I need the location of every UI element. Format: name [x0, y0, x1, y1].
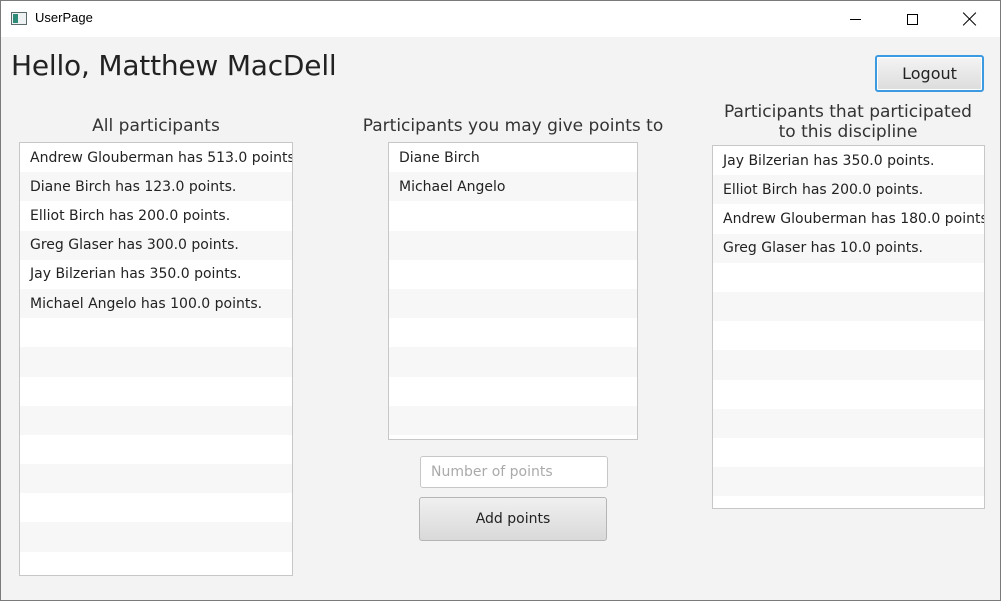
list-item[interactable]	[389, 230, 637, 260]
list-item[interactable]	[713, 380, 984, 409]
list-item[interactable]	[20, 347, 292, 377]
window-title: UserPage	[35, 10, 93, 25]
all-participants-heading: All participants	[92, 116, 220, 136]
minimize-button[interactable]	[832, 1, 878, 37]
list-item[interactable]	[20, 435, 292, 464]
list-item[interactable]	[389, 347, 637, 377]
logout-button[interactable]: Logout	[875, 55, 984, 92]
give-points-list[interactable]: Diane Birch Michael Angelo	[388, 142, 638, 440]
list-item[interactable]: Andrew Glouberman has 513.0 points.	[20, 143, 292, 172]
number-of-points-input[interactable]	[420, 456, 608, 488]
close-button[interactable]	[947, 1, 993, 37]
list-item[interactable]: Jay Bilzerian has 350.0 points.	[20, 260, 292, 289]
discipline-heading-line1: Participants that participated	[724, 102, 972, 122]
list-item[interactable]: Elliot Birch has 200.0 points.	[20, 201, 292, 230]
list-item[interactable]	[389, 377, 637, 406]
list-item[interactable]	[389, 288, 637, 319]
list-item[interactable]	[389, 260, 637, 289]
list-item[interactable]: Michael Angelo has 100.0 points.	[20, 288, 292, 319]
list-item[interactable]	[20, 377, 292, 406]
list-item[interactable]	[713, 263, 984, 292]
close-icon	[963, 12, 977, 26]
title-bar[interactable]: UserPage	[1, 1, 1000, 37]
greeting-heading: Hello, Matthew MacDell	[11, 49, 337, 82]
list-item[interactable]	[389, 405, 637, 435]
user-page-window: UserPage Hello, Matthew MacDell Logout A…	[0, 0, 1001, 601]
list-item[interactable]	[713, 291, 984, 322]
minimize-icon	[849, 18, 861, 20]
discipline-heading-line2: to this discipline	[778, 122, 918, 142]
list-item[interactable]	[20, 318, 292, 347]
discipline-participants-list[interactable]: Jay Bilzerian has 350.0 points. Elliot Bi…	[712, 145, 985, 509]
list-item[interactable]: Greg Glaser has 10.0 points.	[713, 233, 984, 263]
list-item[interactable]	[20, 464, 292, 494]
list-item[interactable]	[713, 408, 984, 438]
list-item[interactable]	[389, 318, 637, 347]
list-item[interactable]	[389, 201, 637, 230]
list-item[interactable]	[20, 493, 292, 522]
list-item[interactable]: Diane Birch	[389, 143, 637, 172]
list-item[interactable]: Jay Bilzerian has 350.0 points.	[713, 146, 984, 175]
list-item[interactable]: Andrew Glouberman has 180.0 points.	[713, 204, 984, 233]
all-participants-list[interactable]: Andrew Glouberman has 513.0 points. Diane…	[19, 142, 293, 576]
list-item[interactable]: Michael Angelo	[389, 172, 637, 202]
list-item[interactable]	[713, 350, 984, 380]
list-item[interactable]: Greg Glaser has 300.0 points.	[20, 230, 292, 260]
list-item[interactable]	[20, 405, 292, 435]
discipline-participants-heading: Participants that participated to this d…	[701, 102, 995, 142]
list-item[interactable]: Diane Birch has 123.0 points.	[20, 172, 292, 202]
list-item[interactable]	[20, 522, 292, 552]
list-item[interactable]	[713, 467, 984, 497]
maximize-icon	[906, 13, 918, 25]
maximize-button[interactable]	[889, 1, 935, 37]
app-icon	[11, 12, 27, 25]
list-item[interactable]	[713, 321, 984, 350]
give-points-heading: Participants you may give points to	[362, 116, 664, 136]
list-item[interactable]	[713, 438, 984, 467]
list-item[interactable]: Elliot Birch has 200.0 points.	[713, 175, 984, 205]
add-points-button[interactable]: Add points	[419, 497, 607, 541]
list-item[interactable]	[20, 552, 292, 575]
